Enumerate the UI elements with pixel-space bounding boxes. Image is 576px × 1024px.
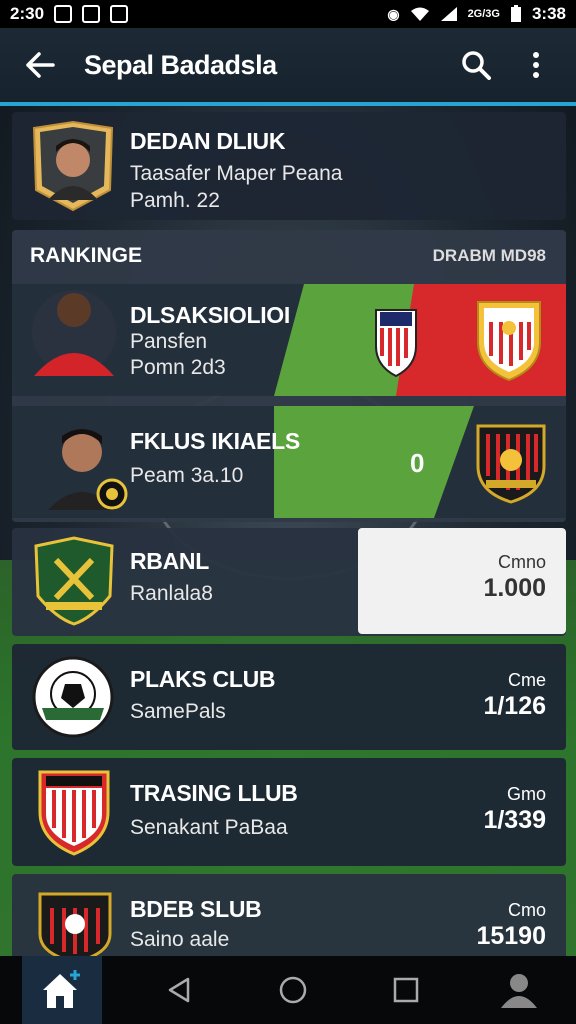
status-time: 2:30: [10, 4, 45, 23]
profile-role: Taasafer Maper Peana: [130, 162, 343, 185]
club-crest-icon: [476, 424, 546, 504]
club-crest-icon: [38, 770, 110, 856]
club-name: BDEB SLUB: [130, 896, 262, 922]
club-card[interactable]: BDEB SLUB Saino aale Cmo 15190: [12, 874, 566, 960]
square-recents-icon: [393, 977, 419, 1003]
club-crest-icon: [38, 892, 112, 960]
club-subtitle: SamePals: [130, 700, 226, 723]
back-arrow-icon: [26, 52, 55, 78]
status-clock: 3:38: [531, 4, 566, 23]
player-avatar: [32, 290, 116, 376]
profile-detail: Pamh. 22: [130, 189, 220, 212]
bottom-navigation: [0, 956, 576, 1024]
search-icon: [462, 51, 491, 80]
ranking-player-name: DLSAKSIOLIOI: [130, 302, 290, 328]
ranking-subheading: DRABM MD98: [432, 246, 546, 265]
image-notification-icon: [54, 5, 73, 23]
nav-profile-button[interactable]: [484, 960, 554, 1020]
club-value-label: Cmno: [497, 552, 546, 572]
club-subtitle: Saino aale: [130, 928, 230, 951]
circle-home-icon: [279, 976, 307, 1004]
ranking-player-name: FKLUS IKIAELS: [130, 428, 300, 454]
club-crest-icon: [477, 301, 541, 382]
nav-recents-button[interactable]: [371, 960, 441, 1020]
more-vert-icon: [533, 52, 539, 78]
club-crest-icon: [34, 536, 114, 626]
club-value: 15190: [476, 922, 546, 950]
ranking-player-line1: Pansfen: [130, 330, 208, 353]
person-icon: [501, 974, 538, 1008]
player-avatar: [48, 429, 128, 510]
club-crest-icon: [32, 656, 114, 738]
club-name: RBANL: [130, 548, 209, 574]
club-value-label: Cmo: [507, 900, 546, 920]
nav-home-circle-button[interactable]: [258, 960, 328, 1020]
club-value: 1.000: [483, 574, 546, 602]
club-card[interactable]: RBANL Ranlala8 Cmno 1.000: [12, 528, 566, 636]
status-right: ◉ 2G/3G 3:38: [387, 4, 566, 24]
ranking-heading: RANKINGE: [30, 244, 143, 267]
mail-notification-icon: [110, 5, 129, 23]
home-icon: [42, 970, 80, 1008]
signal-icon: [440, 7, 457, 21]
app-bar: Sepal Badadsla: [0, 28, 576, 106]
nav-back-button[interactable]: [145, 960, 215, 1020]
club-value: 1/126: [483, 692, 546, 720]
alarm-icon: ◉: [387, 5, 400, 22]
search-button[interactable]: [456, 45, 496, 85]
club-value: 1/339: [483, 806, 546, 834]
network-type: 2G/3G: [467, 8, 500, 20]
back-button[interactable]: [20, 45, 60, 85]
wifi-icon: [410, 7, 429, 21]
club-subtitle: Senakant PaBaa: [130, 816, 288, 839]
link-notification-icon: [82, 5, 101, 23]
club-crest-icon: [375, 309, 417, 378]
more-options-button[interactable]: [516, 45, 556, 85]
player-badge-avatar: [32, 120, 114, 212]
profile-card[interactable]: DEDAN DLIUK Taasafer Maper Peana Pamh. 2…: [12, 112, 566, 220]
ranking-row[interactable]: DLSAKSIOLIOI Pansfen Pomn 2d3: [12, 284, 566, 396]
club-card[interactable]: TRASING LLUB Senakant PaBaa Gmo 1/339: [12, 758, 566, 866]
club-subtitle: Ranlala8: [130, 582, 213, 605]
club-card[interactable]: PLAKS CLUB SamePals Cme 1/126: [12, 644, 566, 750]
ranking-score: 0: [410, 448, 425, 478]
back-triangle-icon: [168, 977, 190, 1003]
club-value-label: Gmo: [506, 784, 546, 804]
ranking-player-line1: Peam 3a.10: [130, 464, 244, 487]
ranking-row[interactable]: FKLUS IKIAELS Peam 3a.10 0: [12, 406, 566, 518]
club-name: TRASING LLUB: [130, 780, 298, 806]
green-stripe: [274, 406, 474, 518]
status-bar: 2:30 ◉ 2G/3G 3:38: [0, 0, 576, 28]
club-value-label: Cme: [507, 670, 546, 690]
battery-icon: [510, 5, 521, 22]
nav-home-button[interactable]: [21, 956, 102, 1024]
ranking-player-line2: Pomn 2d3: [130, 356, 226, 379]
page-title: Sepal Badadsla: [84, 49, 277, 80]
profile-name: DEDAN DLIUK: [130, 128, 286, 154]
status-left: 2:30: [10, 4, 129, 24]
club-name: PLAKS CLUB: [130, 666, 276, 692]
